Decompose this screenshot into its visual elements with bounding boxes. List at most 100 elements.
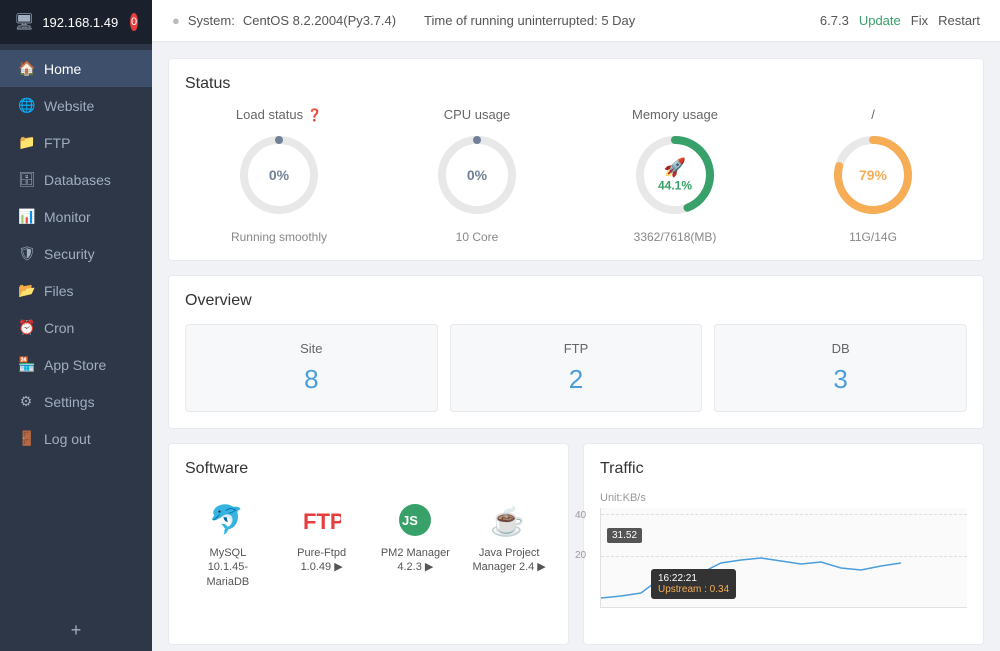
content-area: Status Load status❓ 0% Running smoothly …: [152, 42, 1000, 651]
traffic-unit: Unit:KB/s: [600, 492, 967, 504]
status-card: Status Load status❓ 0% Running smoothly …: [168, 58, 984, 261]
nav-icon-0: 🏠: [18, 60, 34, 77]
bottom-split: Software 🐬 MySQL 10.1.45- MariaDB FTP Pu…: [168, 443, 984, 645]
sidebar-item-cron[interactable]: ⏰ Cron: [0, 309, 152, 346]
status-item-2: Memory usage 🚀44.1% 3362/7618(MB): [581, 107, 769, 244]
main-area: ● System: CentOS 8.2.2004(Py3.7.4) Time …: [152, 0, 1000, 651]
nav-label-7: Cron: [44, 320, 74, 336]
version-label: 6.7.3: [820, 13, 849, 28]
traffic-chart: 40 20 31.52 16:22:21 Upstream : 0.34: [600, 508, 967, 628]
sidebar-item-home[interactable]: 🏠 Home: [0, 50, 152, 87]
software-title: Software: [185, 460, 552, 478]
status-label-0: Load status❓: [236, 107, 322, 122]
nav-icon-1: 🌐: [18, 97, 34, 114]
tooltip-upstream: Upstream : 0.34: [658, 584, 729, 595]
nav-menu: 🏠 Home🌐 Website📁 FTP🗄 Databases📊 Monitor…: [0, 44, 152, 610]
donut-2: 🚀44.1%: [630, 130, 720, 220]
svg-text:🐬: 🐬: [209, 502, 244, 536]
system-value: CentOS 8.2.2004(Py3.7.4): [243, 13, 396, 28]
sidebar-item-app-store[interactable]: 🏪 App Store: [0, 346, 152, 383]
overview-item-ftp: FTP 2: [450, 324, 703, 412]
software-item-0[interactable]: 🐬 MySQL 10.1.45- MariaDB: [185, 492, 271, 597]
overview-value-1: 2: [569, 364, 583, 395]
software-item-2[interactable]: JS PM2 Manager 4.2.3 ▶: [373, 492, 459, 597]
overview-grid: Site 8 FTP 2 DB 3: [185, 324, 967, 412]
status-sub-1: 10 Core: [456, 230, 499, 244]
hint-icon-0: ❓: [307, 108, 322, 122]
software-name-1: Pure-Ftpd 1.0.49 ▶: [283, 546, 361, 575]
software-icon-2: JS: [395, 500, 435, 540]
uptime-label: Time of running uninterrupted: 5 Day: [424, 13, 635, 28]
notification-badge: 0: [130, 13, 138, 31]
nav-icon-9: ⚙: [18, 393, 34, 410]
nav-label-2: FTP: [44, 135, 70, 151]
nav-icon-6: 📂: [18, 282, 34, 299]
overview-label-2: DB: [832, 341, 850, 356]
sidebar-item-security[interactable]: 🛡 Security: [0, 235, 152, 272]
update-button[interactable]: Update: [859, 13, 901, 28]
y-label-40: 40: [575, 510, 586, 521]
svg-text:FTP: FTP: [303, 509, 341, 534]
topbar-right: 6.7.3 Update Fix Restart: [820, 13, 980, 28]
sidebar-item-files[interactable]: 📂 Files: [0, 272, 152, 309]
status-label-3: /: [871, 107, 875, 122]
software-icon-1: FTP: [302, 500, 342, 540]
overview-item-site: Site 8: [185, 324, 438, 412]
sidebar-item-website[interactable]: 🌐 Website: [0, 87, 152, 124]
software-item-1[interactable]: FTP Pure-Ftpd 1.0.49 ▶: [279, 492, 365, 597]
status-sub-3: 11G/14G: [849, 230, 897, 244]
nav-icon-10: 🚪: [18, 430, 34, 447]
nav-label-6: Files: [44, 283, 74, 299]
software-name-3: Java Project Manager 2.4 ▶: [470, 546, 548, 575]
nav-label-0: Home: [44, 61, 81, 77]
software-icon-3: ☕: [489, 500, 529, 540]
server-ip: 192.168.1.49: [42, 15, 118, 30]
traffic-title: Traffic: [600, 460, 967, 478]
sidebar-header: 🖥 192.168.1.49 0: [0, 0, 152, 44]
nav-icon-2: 📁: [18, 134, 34, 151]
overview-title: Overview: [185, 292, 967, 310]
donut-value-2: 🚀44.1%: [658, 158, 692, 193]
topbar: ● System: CentOS 8.2.2004(Py3.7.4) Time …: [152, 0, 1000, 42]
status-title: Status: [185, 75, 967, 93]
sidebar: 🖥 192.168.1.49 0 🏠 Home🌐 Website📁 FTP🗄 D…: [0, 0, 152, 651]
software-name-2: PM2 Manager 4.2.3 ▶: [377, 546, 455, 575]
sidebar-item-ftp[interactable]: 📁 FTP: [0, 124, 152, 161]
monitor-icon: 🖥: [14, 12, 34, 32]
sidebar-item-monitor[interactable]: 📊 Monitor: [0, 198, 152, 235]
nav-label-5: Security: [44, 246, 95, 262]
nav-label-10: Log out: [44, 431, 91, 447]
donut-value-1: 0%: [467, 167, 487, 183]
chart-area: 40 20 31.52 16:22:21 Upstream : 0.34: [600, 508, 967, 608]
software-item-3[interactable]: ☕ Java Project Manager 2.4 ▶: [466, 492, 552, 597]
software-name-0: MySQL 10.1.45- MariaDB: [189, 546, 267, 589]
sidebar-item-settings[interactable]: ⚙ Settings: [0, 383, 152, 420]
donut-1: 0%: [432, 130, 522, 220]
add-button[interactable]: +: [0, 610, 152, 651]
topbar-left: ● System: CentOS 8.2.2004(Py3.7.4) Time …: [172, 13, 635, 28]
nav-icon-7: ⏰: [18, 319, 34, 336]
donut-value-3: 79%: [859, 167, 887, 183]
y-label-20: 20: [575, 550, 586, 561]
nav-label-3: Databases: [44, 172, 111, 188]
system-label: System:: [188, 13, 235, 28]
fix-button[interactable]: Fix: [911, 13, 928, 28]
status-grid: Load status❓ 0% Running smoothly CPU usa…: [185, 107, 967, 244]
status-label-1: CPU usage: [444, 107, 510, 122]
nav-icon-4: 📊: [18, 208, 34, 225]
status-sub-2: 3362/7618(MB): [634, 230, 717, 244]
status-sub-0: Running smoothly: [231, 230, 327, 244]
svg-text:JS: JS: [402, 513, 418, 528]
donut-0: 0%: [234, 130, 324, 220]
sidebar-item-databases[interactable]: 🗄 Databases: [0, 161, 152, 198]
overview-label-1: FTP: [564, 341, 589, 356]
overview-value-0: 8: [304, 364, 318, 395]
nav-label-9: Settings: [44, 394, 95, 410]
svg-text:☕: ☕: [490, 504, 525, 538]
software-grid: 🐬 MySQL 10.1.45- MariaDB FTP Pure-Ftpd 1…: [185, 492, 552, 597]
nav-icon-3: 🗄: [18, 171, 34, 188]
nav-label-1: Website: [44, 98, 94, 114]
traffic-card: Traffic Unit:KB/s 40 20 31.52: [583, 443, 984, 645]
sidebar-item-log-out[interactable]: 🚪 Log out: [0, 420, 152, 457]
restart-button[interactable]: Restart: [938, 13, 980, 28]
